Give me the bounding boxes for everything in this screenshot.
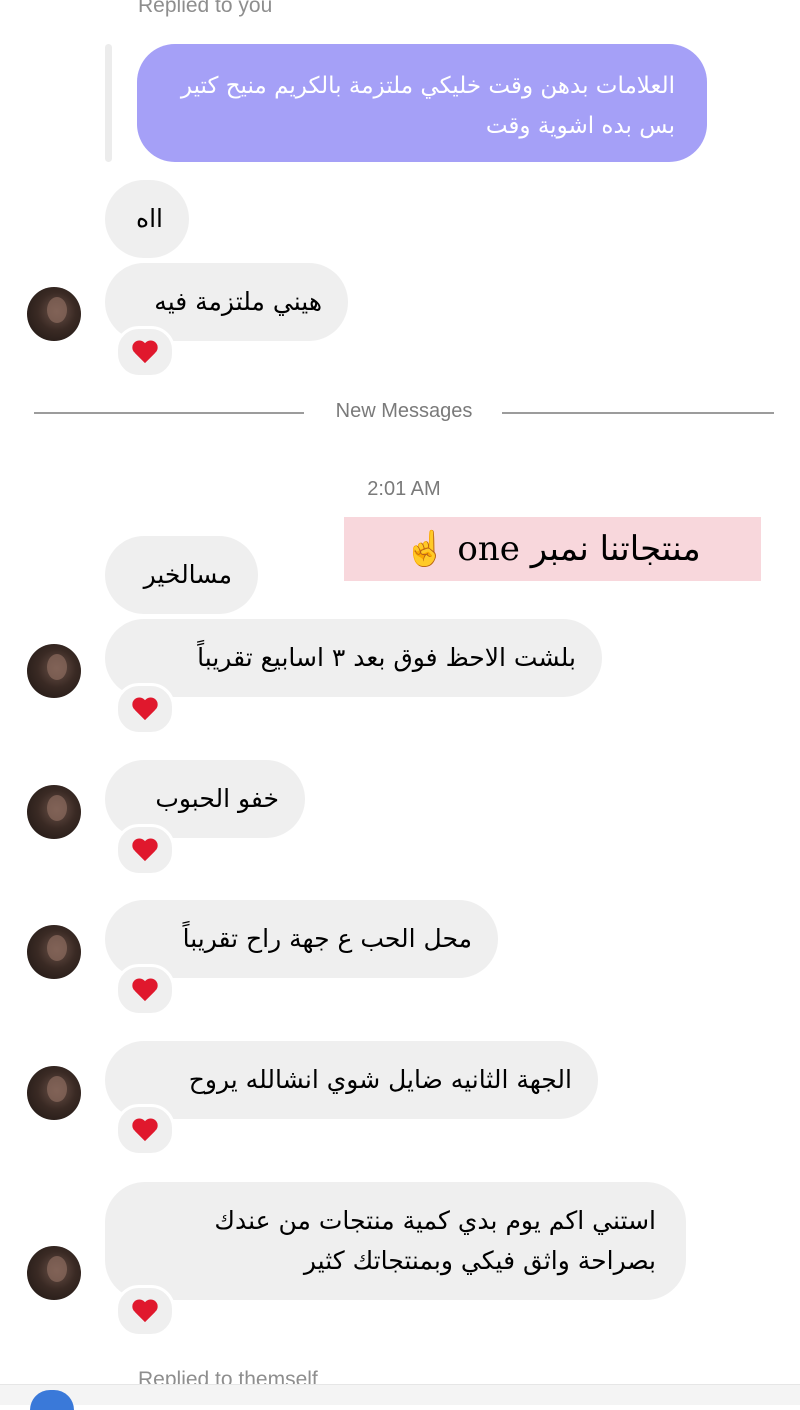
composer-bar[interactable] <box>0 1384 800 1405</box>
pointing-up-emoji: ☝️ <box>404 529 447 569</box>
heart-reaction[interactable] <box>115 1104 175 1156</box>
message-timestamp: 2:01 AM <box>367 478 441 500</box>
message-bubble[interactable]: محل الحب ع جهة راح تقريباً <box>105 900 498 978</box>
sender-avatar[interactable] <box>27 1066 81 1120</box>
message-bubble[interactable]: ااه <box>105 180 189 258</box>
sender-avatar[interactable] <box>27 287 81 341</box>
divider-line-right <box>502 412 774 414</box>
message-line: بصراحة واثق فيكي وبمنتجاتك كثير <box>303 1246 656 1275</box>
overlay-text: منتجاتنا نمبر one <box>457 529 701 569</box>
message-bubble[interactable]: بلشت الاحظ فوق بعد ٣ اسابيع تقريباً <box>105 619 602 697</box>
message-line: استني اكم يوم بدي كمية منتجات من عندك <box>214 1206 656 1235</box>
heart-icon <box>132 1119 158 1143</box>
heart-reaction[interactable] <box>115 964 175 1016</box>
sender-avatar[interactable] <box>27 644 81 698</box>
heart-reaction[interactable] <box>115 824 175 876</box>
heart-icon <box>132 698 158 722</box>
divider-line-left <box>34 412 304 414</box>
heart-reaction[interactable] <box>115 683 175 735</box>
heart-reaction[interactable] <box>115 326 175 378</box>
heart-icon <box>132 839 158 863</box>
new-messages-divider: New Messages <box>335 400 473 422</box>
message-bubble[interactable]: استني اكم يوم بدي كمية منتجات من عندك بص… <box>105 1182 686 1300</box>
sender-avatar[interactable] <box>27 925 81 979</box>
message-bubble[interactable]: الجهة الثانيه ضايل شوي انشالله يروح <box>105 1041 598 1119</box>
reply-indicator-bar <box>105 44 112 162</box>
caption-overlay: منتجاتنا نمبر one ☝️ <box>344 517 761 581</box>
heart-icon <box>132 979 158 1003</box>
sender-avatar[interactable] <box>27 1246 81 1300</box>
heart-reaction[interactable] <box>115 1285 175 1337</box>
heart-icon <box>132 1300 158 1324</box>
sender-avatar[interactable] <box>27 785 81 839</box>
quoted-message-bubble[interactable]: العلامات بدهن وقت خليكي ملتزمة بالكريم م… <box>137 44 707 162</box>
message-bubble[interactable]: مسالخير <box>105 536 258 614</box>
replied-to-you-label: Replied to you <box>138 0 273 17</box>
heart-icon <box>132 341 158 365</box>
